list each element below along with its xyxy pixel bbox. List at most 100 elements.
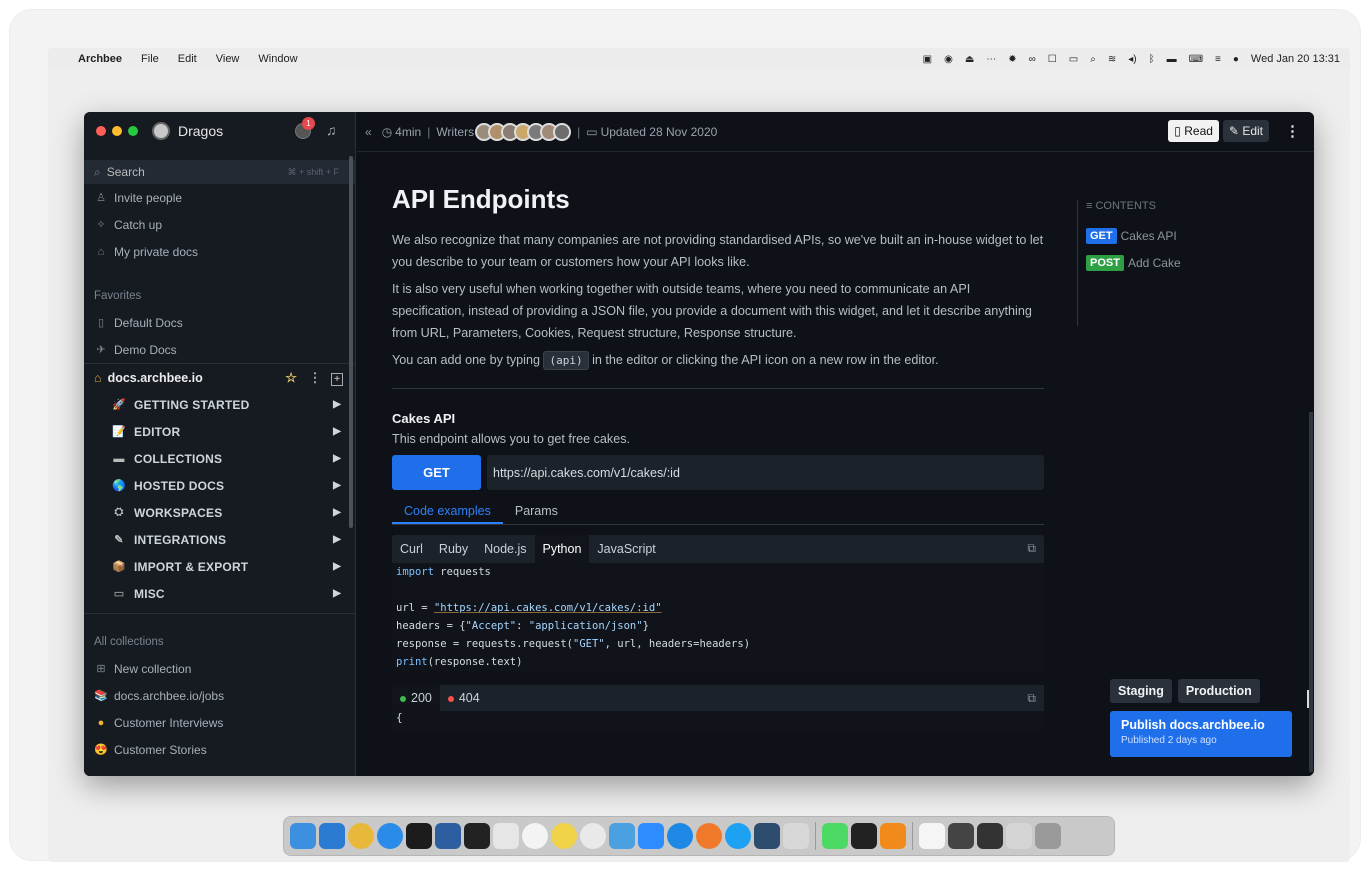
app-icon[interactable] (580, 823, 606, 849)
screen-icon[interactable] (948, 823, 974, 849)
more-options-icon[interactable]: ⋮ (1285, 122, 1300, 140)
main-scrollbar[interactable] (1309, 412, 1313, 772)
iterm-icon[interactable] (851, 823, 877, 849)
box-icon[interactable] (609, 823, 635, 849)
read-mode-button[interactable]: ▯ Read (1168, 120, 1219, 142)
vlc-icon[interactable] (880, 823, 906, 849)
tab-params[interactable]: Params (503, 498, 570, 524)
ai-icon[interactable] (754, 823, 780, 849)
window-icon[interactable]: ☐ (1048, 54, 1057, 65)
more-vertical-icon[interactable]: ⋮ (309, 370, 322, 385)
edit-mode-button[interactable]: ✎ Edit (1222, 120, 1269, 142)
slack-icon[interactable] (522, 823, 548, 849)
menu-window[interactable]: Window (258, 53, 297, 65)
minimize-window-button[interactable] (112, 126, 122, 136)
menu-app-name[interactable]: Archbee (78, 53, 122, 65)
palette-icon[interactable] (783, 823, 809, 849)
collection-customer-interviews[interactable]: ● Customer Interviews (84, 709, 355, 736)
code-block[interactable]: import requests url = "https://api.cakes… (392, 563, 1044, 671)
collapse-sidebar-icon[interactable]: « (365, 125, 372, 139)
xcode-icon[interactable] (435, 823, 461, 849)
nav-workspaces[interactable]: ⛭ WORKSPACES ▶ (84, 499, 355, 526)
production-button[interactable]: Production (1177, 679, 1260, 703)
user-avatar[interactable] (152, 122, 170, 140)
sidebar-scrollbar[interactable] (349, 156, 353, 528)
method-button[interactable]: GET (392, 455, 481, 490)
tab-response-404[interactable]: 404 (440, 685, 488, 711)
tab-code-examples[interactable]: Code examples (392, 498, 503, 524)
star-icon[interactable]: ☆ (285, 370, 297, 385)
safari-icon[interactable] (377, 823, 403, 849)
tab-ruby[interactable]: Ruby (431, 535, 476, 563)
terminal-icon[interactable] (406, 823, 432, 849)
messages-icon[interactable] (822, 823, 848, 849)
copy-icon[interactable]: ⧉ (1027, 541, 1036, 556)
eye-icon[interactable]: ◉ (944, 54, 953, 65)
screen2-icon[interactable] (977, 823, 1003, 849)
chrome-icon[interactable] (348, 823, 374, 849)
tab-javascript[interactable]: JavaScript (589, 535, 663, 563)
control-center-icon[interactable]: ≡ (1215, 54, 1221, 65)
writers-avatars[interactable] (475, 122, 572, 141)
doc-icon[interactable] (919, 823, 945, 849)
screen3-icon[interactable] (1006, 823, 1032, 849)
copy-icon[interactable]: ⧉ (1027, 691, 1036, 706)
menu-view[interactable]: View (216, 53, 240, 65)
staging-button[interactable]: Staging (1110, 679, 1172, 703)
expand-arrow-icon[interactable]: ▶ (333, 534, 341, 545)
finder-icon[interactable] (290, 823, 316, 849)
sidebar-item-invite[interactable]: ♙ Invite people (84, 184, 355, 211)
new-collection-button[interactable]: ⊞ New collection (84, 655, 355, 682)
nav-getting-started[interactable]: 🚀 GETTING STARTED ▶ (84, 391, 355, 418)
tab-python[interactable]: Python (534, 535, 590, 563)
response-body[interactable]: { (392, 711, 1044, 731)
search-input[interactable]: ⌕ Search ⌘ + shift + F (84, 160, 355, 184)
messenger-icon[interactable] (667, 823, 693, 849)
favorite-default-docs[interactable]: ▯ Default Docs (84, 309, 355, 336)
writer-avatar[interactable] (553, 122, 572, 141)
wifi-icon[interactable]: ≋ (1108, 54, 1116, 65)
menu-file[interactable]: File (141, 53, 159, 65)
expand-arrow-icon[interactable]: ▶ (333, 480, 341, 491)
tab-response-200[interactable]: 200 (392, 685, 440, 711)
search-icon[interactable]: ⌕ (1090, 54, 1096, 65)
mail-icon[interactable] (551, 823, 577, 849)
expand-arrow-icon[interactable]: ▶ (333, 507, 341, 518)
figma-icon[interactable] (464, 823, 490, 849)
workspace-row[interactable]: ⌂ docs.archbee.io ☆ ⋮ + (84, 363, 355, 391)
gear-icon[interactable]: ✹ (1008, 54, 1016, 65)
siri-icon[interactable]: ● (1233, 54, 1239, 65)
sidebar-item-private-docs[interactable]: ⌂ My private docs (84, 238, 355, 265)
nav-hosted-docs[interactable]: 🌎 HOSTED DOCS ▶ (84, 472, 355, 499)
flag-icon[interactable]: ▬ (1167, 54, 1177, 65)
trash-icon[interactable] (1035, 823, 1061, 849)
dots-icon[interactable]: ⋯ (986, 54, 996, 65)
compass-icon[interactable] (696, 823, 722, 849)
nav-import-export[interactable]: 📦 IMPORT & EXPORT ▶ (84, 553, 355, 580)
script-icon[interactable] (493, 823, 519, 849)
expand-arrow-icon[interactable]: ▶ (333, 588, 341, 599)
expand-arrow-icon[interactable]: ▶ (333, 561, 341, 572)
collection-jobs[interactable]: 📚 docs.archbee.io/jobs (84, 682, 355, 709)
screen-record-icon[interactable]: ▣ (923, 54, 932, 65)
nav-editor[interactable]: 📝 EDITOR ▶ (84, 418, 355, 445)
twitter-icon[interactable] (725, 823, 751, 849)
user-name[interactable]: Dragos (178, 123, 223, 139)
tab-nodejs[interactable]: Node.js (476, 535, 534, 563)
favorite-demo-docs[interactable]: ✈ Demo Docs (84, 336, 355, 363)
tab-curl[interactable]: Curl (392, 535, 431, 563)
bell-icon[interactable]: ♫ (326, 122, 337, 138)
volume-icon[interactable]: ◂) (1128, 54, 1136, 65)
nav-integrations[interactable]: ✎ INTEGRATIONS ▶ (84, 526, 355, 553)
zoom-window-button[interactable] (128, 126, 138, 136)
battery-icon[interactable]: ▭ (1069, 54, 1078, 65)
toc-item[interactable]: GET Cakes API (1086, 228, 1257, 244)
clock[interactable]: Wed Jan 20 13:31 (1251, 53, 1340, 65)
endpoint-url[interactable]: https://api.cakes.com/v1/cakes/:id (487, 455, 1044, 490)
close-window-button[interactable] (96, 126, 106, 136)
add-doc-icon[interactable]: + (331, 372, 343, 386)
publish-button[interactable]: Publish docs.archbee.io Published 2 days… (1110, 711, 1292, 757)
vscode-icon[interactable] (319, 823, 345, 849)
toc-item[interactable]: POST Add Cake (1086, 255, 1257, 271)
keyboard-icon[interactable]: ⌨ (1189, 54, 1203, 65)
